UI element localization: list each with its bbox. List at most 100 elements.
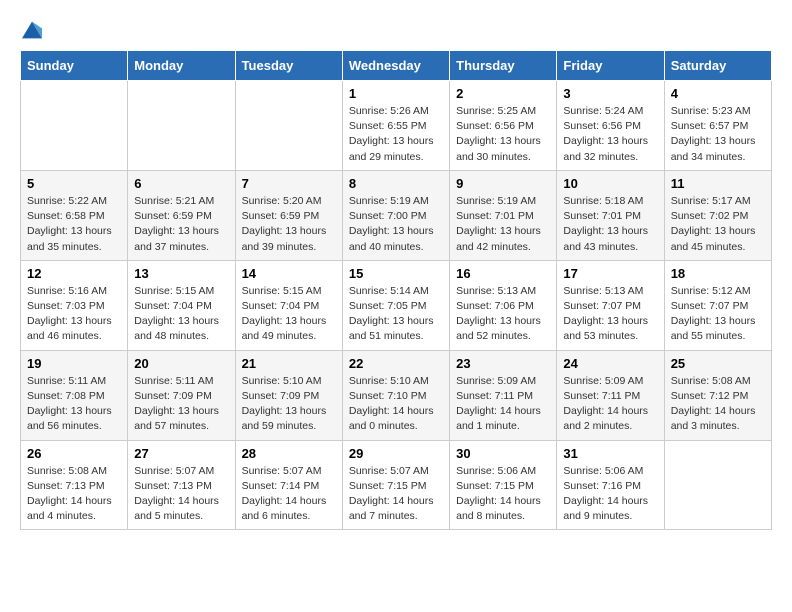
cell-day-info: Sunrise: 5:09 AM Sunset: 7:11 PM Dayligh… bbox=[563, 374, 657, 435]
cell-day-info: Sunrise: 5:23 AM Sunset: 6:57 PM Dayligh… bbox=[671, 104, 765, 165]
calendar-cell: 26 Sunrise: 5:08 AM Sunset: 7:13 PM Dayli… bbox=[21, 440, 128, 530]
cell-day-number: 19 bbox=[27, 356, 121, 371]
cell-day-number: 12 bbox=[27, 266, 121, 281]
cell-day-info: Sunrise: 5:08 AM Sunset: 7:12 PM Dayligh… bbox=[671, 374, 765, 435]
cell-day-number: 23 bbox=[456, 356, 550, 371]
day-header: Friday bbox=[557, 51, 664, 81]
cell-day-number: 10 bbox=[563, 176, 657, 191]
calendar-cell: 10 Sunrise: 5:18 AM Sunset: 7:01 PM Dayli… bbox=[557, 170, 664, 260]
day-header: Saturday bbox=[664, 51, 771, 81]
calendar-cell: 28Sunrise: 5:07 AM Sunset: 7:14 PM Dayli… bbox=[235, 440, 342, 530]
cell-day-number: 26 bbox=[27, 446, 121, 461]
cell-day-info: Sunrise: 5:13 AM Sunset: 7:07 PM Dayligh… bbox=[563, 284, 657, 345]
cell-day-info: Sunrise: 5:15 AM Sunset: 7:04 PM Dayligh… bbox=[242, 284, 336, 345]
cell-day-info: Sunrise: 5:20 AM Sunset: 6:59 PM Dayligh… bbox=[242, 194, 336, 255]
cell-day-number: 13 bbox=[134, 266, 228, 281]
cell-day-number: 9 bbox=[456, 176, 550, 191]
calendar-week-row: 26 Sunrise: 5:08 AM Sunset: 7:13 PM Dayli… bbox=[21, 440, 772, 530]
cell-day-info: Sunrise: 5:10 AM Sunset: 7:10 PM Dayligh… bbox=[349, 374, 443, 435]
cell-day-number: 7 bbox=[242, 176, 336, 191]
cell-day-number: 22 bbox=[349, 356, 443, 371]
cell-day-info: Sunrise: 5:25 AM Sunset: 6:56 PM Dayligh… bbox=[456, 104, 550, 165]
cell-day-number: 25 bbox=[671, 356, 765, 371]
cell-day-info: Sunrise: 5:08 AM Sunset: 7:13 PM Dayligh… bbox=[27, 464, 121, 525]
calendar-cell: 23 Sunrise: 5:09 AM Sunset: 7:11 PM Dayli… bbox=[450, 350, 557, 440]
cell-day-number: 1 bbox=[349, 86, 443, 101]
calendar-cell: 6 Sunrise: 5:21 AM Sunset: 6:59 PM Daylig… bbox=[128, 170, 235, 260]
day-header: Sunday bbox=[21, 51, 128, 81]
calendar-week-row: 5Sunrise: 5:22 AM Sunset: 6:58 PM Daylig… bbox=[21, 170, 772, 260]
cell-day-number: 17 bbox=[563, 266, 657, 281]
calendar-table: SundayMondayTuesdayWednesdayThursdayFrid… bbox=[20, 50, 772, 530]
cell-day-number: 8 bbox=[349, 176, 443, 191]
calendar-cell: 15 Sunrise: 5:14 AM Sunset: 7:05 PM Dayli… bbox=[342, 260, 449, 350]
header-row: SundayMondayTuesdayWednesdayThursdayFrid… bbox=[21, 51, 772, 81]
calendar-cell: 22 Sunrise: 5:10 AM Sunset: 7:10 PM Dayli… bbox=[342, 350, 449, 440]
calendar-cell bbox=[235, 81, 342, 171]
calendar-cell: 25 Sunrise: 5:08 AM Sunset: 7:12 PM Dayli… bbox=[664, 350, 771, 440]
cell-day-info: Sunrise: 5:24 AM Sunset: 6:56 PM Dayligh… bbox=[563, 104, 657, 165]
calendar-cell: 11 Sunrise: 5:17 AM Sunset: 7:02 PM Dayli… bbox=[664, 170, 771, 260]
calendar-cell bbox=[664, 440, 771, 530]
cell-day-info: Sunrise: 5:06 AM Sunset: 7:16 PM Dayligh… bbox=[563, 464, 657, 525]
cell-day-number: 4 bbox=[671, 86, 765, 101]
calendar-cell: 4 Sunrise: 5:23 AM Sunset: 6:57 PM Daylig… bbox=[664, 81, 771, 171]
cell-day-info: Sunrise: 5:06 AM Sunset: 7:15 PM Dayligh… bbox=[456, 464, 550, 525]
calendar-cell bbox=[21, 81, 128, 171]
cell-day-info: Sunrise: 5:14 AM Sunset: 7:05 PM Dayligh… bbox=[349, 284, 443, 345]
cell-day-info: Sunrise: 5:07 AM Sunset: 7:14 PM Dayligh… bbox=[242, 464, 336, 525]
calendar-cell: 2 Sunrise: 5:25 AM Sunset: 6:56 PM Daylig… bbox=[450, 81, 557, 171]
calendar-cell: 29Sunrise: 5:07 AM Sunset: 7:15 PM Dayli… bbox=[342, 440, 449, 530]
cell-day-info: Sunrise: 5:12 AM Sunset: 7:07 PM Dayligh… bbox=[671, 284, 765, 345]
cell-day-info: Sunrise: 5:07 AM Sunset: 7:13 PM Dayligh… bbox=[134, 464, 228, 525]
cell-day-number: 6 bbox=[134, 176, 228, 191]
cell-day-number: 5 bbox=[27, 176, 121, 191]
calendar-cell bbox=[128, 81, 235, 171]
calendar-cell: 13 Sunrise: 5:15 AM Sunset: 7:04 PM Dayli… bbox=[128, 260, 235, 350]
calendar-cell: 18 Sunrise: 5:12 AM Sunset: 7:07 PM Dayli… bbox=[664, 260, 771, 350]
cell-day-info: Sunrise: 5:10 AM Sunset: 7:09 PM Dayligh… bbox=[242, 374, 336, 435]
calendar-cell: 3Sunrise: 5:24 AM Sunset: 6:56 PM Daylig… bbox=[557, 81, 664, 171]
cell-day-info: Sunrise: 5:11 AM Sunset: 7:08 PM Dayligh… bbox=[27, 374, 121, 435]
cell-day-info: Sunrise: 5:11 AM Sunset: 7:09 PM Dayligh… bbox=[134, 374, 228, 435]
calendar-week-row: 19 Sunrise: 5:11 AM Sunset: 7:08 PM Dayli… bbox=[21, 350, 772, 440]
cell-day-info: Sunrise: 5:09 AM Sunset: 7:11 PM Dayligh… bbox=[456, 374, 550, 435]
header bbox=[20, 20, 772, 34]
calendar-cell: 5Sunrise: 5:22 AM Sunset: 6:58 PM Daylig… bbox=[21, 170, 128, 260]
calendar-cell: 21 Sunrise: 5:10 AM Sunset: 7:09 PM Dayli… bbox=[235, 350, 342, 440]
cell-day-number: 11 bbox=[671, 176, 765, 191]
calendar-cell: 14 Sunrise: 5:15 AM Sunset: 7:04 PM Dayli… bbox=[235, 260, 342, 350]
cell-day-info: Sunrise: 5:18 AM Sunset: 7:01 PM Dayligh… bbox=[563, 194, 657, 255]
calendar-cell: 19 Sunrise: 5:11 AM Sunset: 7:08 PM Dayli… bbox=[21, 350, 128, 440]
cell-day-info: Sunrise: 5:21 AM Sunset: 6:59 PM Dayligh… bbox=[134, 194, 228, 255]
calendar-week-row: 12Sunrise: 5:16 AM Sunset: 7:03 PM Dayli… bbox=[21, 260, 772, 350]
calendar-cell: 31 Sunrise: 5:06 AM Sunset: 7:16 PM Dayli… bbox=[557, 440, 664, 530]
calendar-cell: 9 Sunrise: 5:19 AM Sunset: 7:01 PM Daylig… bbox=[450, 170, 557, 260]
calendar-cell: 20 Sunrise: 5:11 AM Sunset: 7:09 PM Dayli… bbox=[128, 350, 235, 440]
cell-day-number: 14 bbox=[242, 266, 336, 281]
cell-day-number: 30 bbox=[456, 446, 550, 461]
cell-day-number: 2 bbox=[456, 86, 550, 101]
cell-day-info: Sunrise: 5:26 AM Sunset: 6:55 PM Dayligh… bbox=[349, 104, 443, 165]
cell-day-info: Sunrise: 5:13 AM Sunset: 7:06 PM Dayligh… bbox=[456, 284, 550, 345]
cell-day-number: 18 bbox=[671, 266, 765, 281]
cell-day-number: 15 bbox=[349, 266, 443, 281]
calendar-cell: 1 Sunrise: 5:26 AM Sunset: 6:55 PM Daylig… bbox=[342, 81, 449, 171]
cell-day-number: 27 bbox=[134, 446, 228, 461]
cell-day-info: Sunrise: 5:19 AM Sunset: 7:00 PM Dayligh… bbox=[349, 194, 443, 255]
cell-day-info: Sunrise: 5:17 AM Sunset: 7:02 PM Dayligh… bbox=[671, 194, 765, 255]
day-header: Tuesday bbox=[235, 51, 342, 81]
cell-day-number: 20 bbox=[134, 356, 228, 371]
day-header: Thursday bbox=[450, 51, 557, 81]
cell-day-number: 21 bbox=[242, 356, 336, 371]
day-header: Wednesday bbox=[342, 51, 449, 81]
calendar-cell: 7 Sunrise: 5:20 AM Sunset: 6:59 PM Daylig… bbox=[235, 170, 342, 260]
cell-day-number: 31 bbox=[563, 446, 657, 461]
logo-icon bbox=[22, 20, 42, 40]
calendar-week-row: 1 Sunrise: 5:26 AM Sunset: 6:55 PM Daylig… bbox=[21, 81, 772, 171]
cell-day-info: Sunrise: 5:15 AM Sunset: 7:04 PM Dayligh… bbox=[134, 284, 228, 345]
calendar-cell: 8 Sunrise: 5:19 AM Sunset: 7:00 PM Daylig… bbox=[342, 170, 449, 260]
calendar-cell: 16 Sunrise: 5:13 AM Sunset: 7:06 PM Dayli… bbox=[450, 260, 557, 350]
cell-day-number: 16 bbox=[456, 266, 550, 281]
cell-day-info: Sunrise: 5:19 AM Sunset: 7:01 PM Dayligh… bbox=[456, 194, 550, 255]
